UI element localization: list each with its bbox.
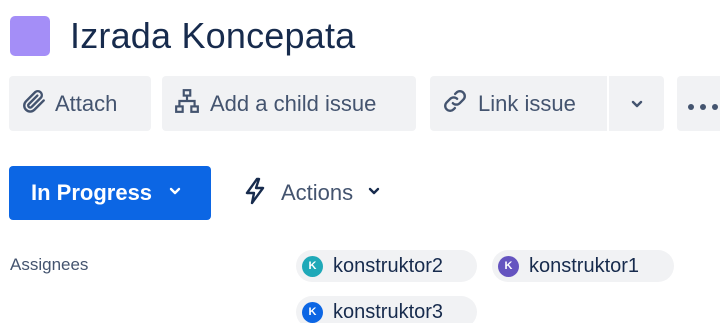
chevron-down-icon <box>367 184 381 203</box>
link-issue-label: Link issue <box>478 90 576 116</box>
attach-label: Attach <box>55 90 118 116</box>
add-child-issue-button[interactable]: Add a child issue <box>162 76 416 131</box>
more-actions-button[interactable] <box>677 76 720 131</box>
lightning-icon <box>243 177 267 210</box>
actions-label: Actions <box>281 180 354 205</box>
assignees-label: Assignees <box>10 255 89 274</box>
assignee-chip[interactable]: K konstruktor2 <box>296 250 477 282</box>
add-child-issue-label: Add a child issue <box>210 90 377 116</box>
status-label: In Progress <box>31 180 153 205</box>
assignee-name: konstruktor2 <box>333 254 444 277</box>
hierarchy-icon <box>174 88 200 120</box>
assignee-chip[interactable]: K konstruktor3 <box>296 296 477 323</box>
link-issue-group: Link issue <box>430 76 664 131</box>
chevron-down-icon <box>630 91 644 117</box>
attach-button[interactable]: Attach <box>9 76 151 131</box>
avatar: K <box>498 255 519 277</box>
issue-title[interactable]: Izrada Koncepata <box>70 15 355 57</box>
more-icon <box>687 91 720 117</box>
assignee-chip[interactable]: K konstruktor1 <box>492 250 674 282</box>
status-dropdown-button[interactable]: In Progress <box>9 166 211 220</box>
issue-type-icon[interactable] <box>10 16 50 56</box>
issue-header: Izrada Koncepata <box>10 14 355 58</box>
avatar: K <box>302 255 323 277</box>
chevron-down-icon <box>152 184 182 203</box>
link-issue-dropdown-button[interactable] <box>609 76 664 131</box>
paperclip-icon <box>21 88 47 120</box>
link-icon <box>442 88 468 120</box>
link-issue-button[interactable]: Link issue <box>430 76 607 131</box>
avatar: K <box>302 301 323 323</box>
assignee-name: konstruktor1 <box>529 254 640 277</box>
actions-dropdown-button[interactable]: Actions <box>243 170 381 216</box>
assignee-name: konstruktor3 <box>333 300 444 323</box>
